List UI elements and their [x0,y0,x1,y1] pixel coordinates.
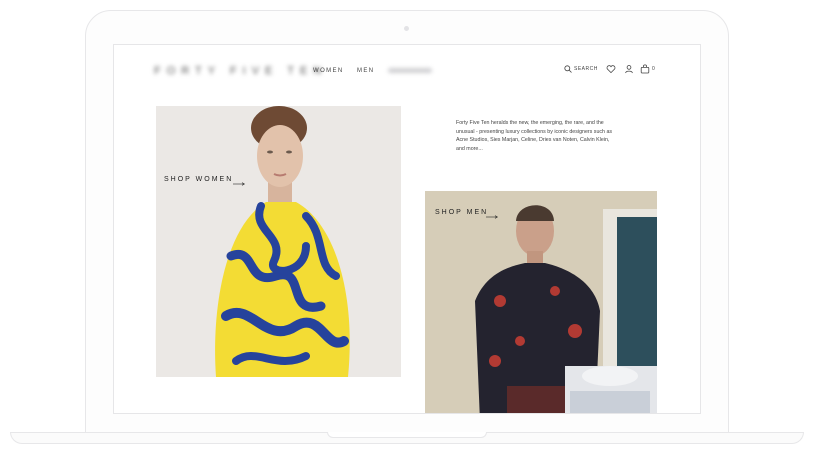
cart-count: 0 [652,66,655,72]
heart-icon[interactable] [606,64,616,74]
search-button[interactable]: SEARCH [564,65,598,73]
bag-icon [640,64,650,74]
search-icon [564,65,572,73]
brand-logo[interactable]: FORTY FIVE TEN [154,65,327,77]
shop-men-label[interactable]: SHOP MEN [435,209,488,216]
laptop-camera [404,26,409,31]
arrow-right-icon [233,182,245,186]
website-screen: FORTY FIVE TEN WOMEN MEN SEARCH 0 Forty … [113,44,701,414]
search-label: SEARCH [574,66,598,72]
cart-button[interactable]: 0 [640,64,655,74]
laptop-notch [327,432,487,438]
shop-women-label[interactable]: SHOP WOMEN [164,176,233,183]
shop-men-tile[interactable]: SHOP MEN [425,191,657,413]
nav-men[interactable]: MEN [357,68,375,74]
women-photo [156,106,401,377]
arrow-right-icon [486,215,498,219]
shop-women-tile[interactable]: SHOP WOMEN [156,106,401,377]
user-icon[interactable] [624,64,634,74]
intro-text: Forty Five Ten heralds the new, the emer… [456,120,613,152]
nav-women[interactable]: WOMEN [313,68,344,74]
men-photo [425,191,657,413]
nav-item-blurred[interactable] [388,68,432,73]
